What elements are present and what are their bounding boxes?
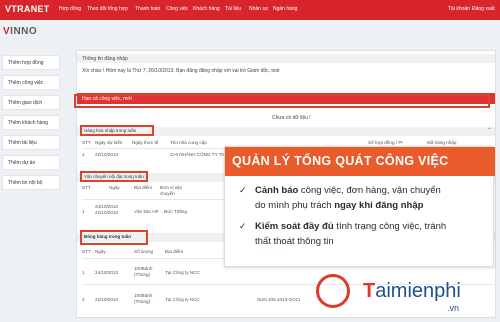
table-header: Ngày [95, 249, 106, 254]
check-icon: ✓ [239, 185, 247, 195]
highlight-transport-title [80, 171, 148, 182]
table-header: STT [82, 249, 91, 254]
table-cell: 22/10/2013 [95, 297, 118, 302]
table-cell: 1 [82, 209, 85, 214]
login-info-text: Xin chào ! Hôm nay là Thứ 7, 26/10/2013.… [82, 68, 280, 74]
table-header: Đơn vị vận chuyển [160, 185, 183, 196]
logo-rest: INNO [10, 26, 38, 37]
table-cell: Tại Công ty NCC [165, 270, 200, 275]
nav-item-payment[interactable]: Thanh toán [135, 6, 160, 12]
divider [82, 199, 227, 200]
overlay-title: QUẢN LÝ TỔNG QUÁT CÔNG VIỆC [225, 147, 495, 176]
sidebar-item-add-task[interactable]: Thêm công việc [2, 75, 60, 90]
table-header: Địa điểm [134, 185, 153, 190]
table-header: Ngày dự kiến [95, 140, 123, 145]
chevron-up-icon[interactable]: ⌃ [487, 127, 492, 134]
nav-item-customers[interactable]: Khách hàng [193, 6, 220, 12]
watermark-logo: Taimienphi .vn [316, 270, 496, 318]
sidebar-item-add-internal-news[interactable]: Thêm tin nội bộ [2, 175, 60, 190]
nav-item-contracts[interactable]: Hợp đồng [59, 6, 81, 12]
table-cell: 2 [82, 297, 85, 302]
sidebar-item-add-document[interactable]: Thêm tài liệu [2, 135, 60, 150]
company-logo: VINNO [3, 26, 37, 37]
sidebar-item-add-contract[interactable]: Thêm hợp đồng [2, 55, 60, 70]
nav-item-summary[interactable]: Theo dõi tổng hợp [87, 6, 128, 12]
table-cell: 24/10/2013 [95, 270, 118, 275]
overlay-point-2-line-1: Kiểm soát đầy đủ tình trạng công việc, t… [255, 221, 446, 232]
table-cell: 24/10/2013 22/10/2013 [95, 204, 118, 215]
table-cell: 100Bảnh (Thùng) [134, 293, 153, 304]
overlay-point-1-text: công việc, đơn hàng, vận chuyển [298, 185, 441, 196]
highlight-red-bar [74, 94, 490, 108]
top-nav: VTRANET Hợp đồng Theo dõi tổng hợp Thanh… [0, 0, 500, 20]
account-link[interactable]: Tài khoản [448, 6, 470, 12]
overlay-point-1-bold: Cảnh báo [255, 185, 299, 196]
table-cell: 22/10/2013 [95, 152, 118, 157]
overlay-point-1-text-2: do mình phụ trách [255, 200, 335, 211]
login-info-header: Thông tin đăng nhập [77, 54, 495, 63]
table-cell: 1 [82, 270, 85, 275]
table-header: STT [82, 140, 91, 145]
overlay-point-2-line-2: thất thoát thông tin [255, 236, 334, 247]
logout-link[interactable]: Đăng xuất [472, 6, 495, 12]
watermark-circle-icon [316, 274, 350, 308]
table-cell: SUN.105.1013-GCCI [257, 297, 301, 302]
nav-item-documents[interactable]: Tài liệu [225, 6, 241, 12]
overlay-point-1-line-1: Cảnh báo công việc, đơn hàng, vận chuyển [255, 185, 441, 196]
overlay-point-1-line-2: do mình phụ trách ngay khi đăng nhập [255, 200, 423, 211]
table-cell: Văn bản HP [134, 209, 159, 214]
sidebar-item-add-transaction[interactable]: Thêm giao dịch [2, 95, 60, 110]
sidebar-item-add-project[interactable]: Thêm dự án [2, 155, 60, 170]
overlay-point-2-text: tình trạng công việc, tránh [333, 221, 447, 232]
nav-item-bank[interactable]: Ngân hàng [273, 6, 297, 12]
overlay-point-1-bold-2: ngay khi đăng nhập [334, 200, 424, 211]
empty-message: Chưa có dữ liệu ! [272, 115, 311, 121]
overlay-point-2-bold: Kiểm soát đầy đủ [255, 221, 334, 232]
highlight-packing-title [80, 230, 148, 245]
table-cell: Tại Công ty NCC [165, 297, 200, 302]
nav-item-staff[interactable]: Nhân sự [249, 6, 268, 12]
nav-item-tasks[interactable]: Công việc [166, 6, 188, 12]
watermark-domain: .vn [447, 303, 460, 313]
table-cell: 1 [82, 152, 85, 157]
watermark-text: Taimienphi [363, 280, 461, 302]
watermark-word: aimienphi [375, 280, 461, 302]
table-header: Tên nhà cung cấp [170, 140, 207, 145]
table-cell: 100Bảnh (Thùng) [134, 266, 153, 277]
table-header: Ngày thực tế [132, 140, 159, 145]
brand[interactable]: VTRANET [5, 4, 50, 14]
check-icon: ✓ [239, 221, 247, 231]
sidebar-item-add-customer[interactable]: Thêm khách hàng [2, 115, 60, 130]
highlight-imports-title [80, 125, 154, 136]
table-header: Số lượng [134, 249, 154, 254]
table-header: STT [82, 185, 91, 190]
table-header: Địa điểm [165, 249, 184, 254]
feature-overlay: QUẢN LÝ TỔNG QUÁT CÔNG VIỆC ✓ Cảnh báo c… [224, 146, 495, 267]
table-header: Ngày [109, 185, 120, 190]
table-cell: Đức Thắng [164, 209, 187, 214]
